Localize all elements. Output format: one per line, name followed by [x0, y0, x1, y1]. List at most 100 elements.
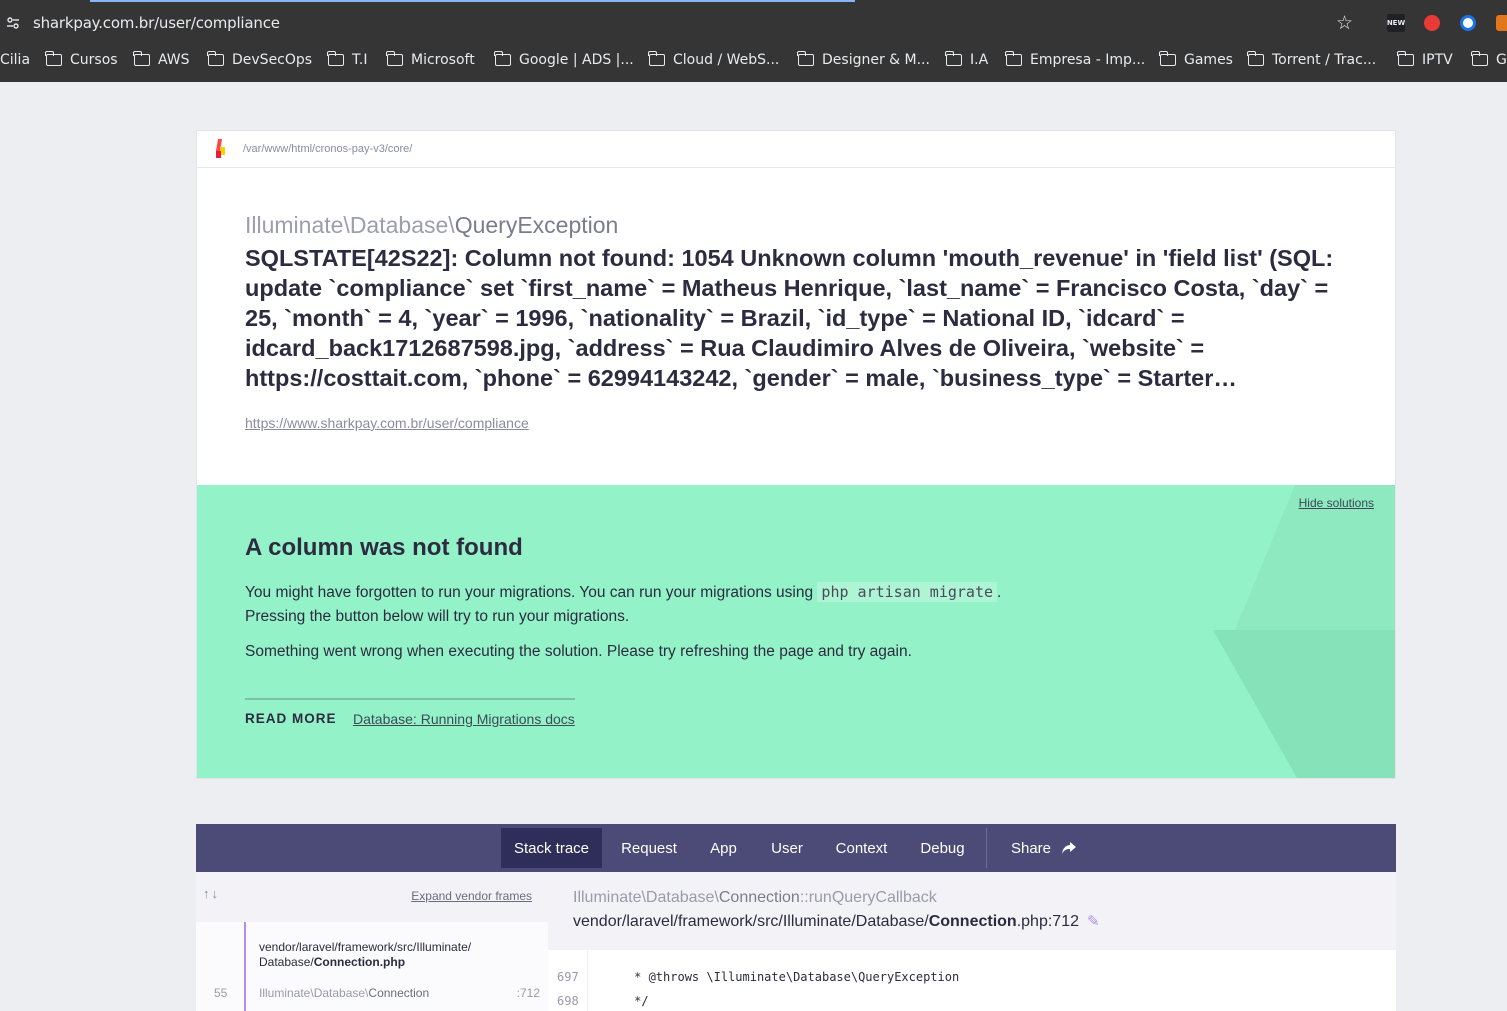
bookmark-folder[interactable]: Designer & M...	[797, 51, 930, 68]
site-settings-icon[interactable]	[6, 16, 20, 30]
bookmark-folder[interactable]: Cursos	[45, 51, 118, 68]
bookmark-folder[interactable]: IPTV	[1397, 51, 1453, 68]
code-line: * @throws \Illuminate\Database\QueryExce…	[598, 970, 960, 984]
bookmark-folder[interactable]: T.I	[327, 51, 368, 68]
loading-bar	[90, 0, 855, 2]
folder-icon	[797, 51, 814, 66]
current-class-ns: Illuminate\Database\	[573, 889, 719, 906]
bookmark-label: Microsoft	[411, 52, 475, 68]
bookmark-label: Cilia	[0, 52, 31, 68]
frame-class: Illuminate\Database\Connection	[259, 986, 429, 1000]
exception-section: Illuminate\Database\QueryException SQLST…	[197, 168, 1395, 485]
address-bar[interactable]: sharkpay.com.br/user/compliance	[33, 14, 280, 32]
bookmark-star-icon[interactable]: ☆	[1336, 12, 1353, 35]
docs-link[interactable]: Database: Running Migrations docs	[353, 711, 575, 727]
folder-icon	[1397, 51, 1414, 66]
bookmark-label: G	[1496, 52, 1507, 68]
tab-bar: Stack trace Request App User Context Deb…	[196, 824, 1396, 872]
frame-dir-2: Database/	[259, 955, 314, 969]
bookmark-folder[interactable]: Games	[1159, 51, 1233, 68]
folder-icon	[45, 51, 62, 66]
divider	[245, 698, 575, 700]
bookmark-folder[interactable]: G	[1471, 51, 1507, 68]
bookmark-folder[interactable]: Microsoft	[386, 51, 475, 68]
bookmark-folder[interactable]: Torrent / Trac...	[1247, 51, 1376, 68]
line-number: 697	[557, 970, 579, 984]
frame-navigation-arrows-icon[interactable]: ↑↓	[203, 886, 220, 901]
bookmark-label: AWS	[158, 52, 190, 68]
card-header: /var/www/html/cronos-pay-v3/core/	[197, 131, 1395, 168]
bookmark-label: I.A	[970, 52, 989, 68]
frame-class-ns: Illuminate\Database\	[259, 986, 369, 1000]
edit-pencil-icon[interactable]: ✎	[1087, 912, 1100, 930]
folder-icon	[207, 51, 224, 66]
solution-description: You might have forgotten to run your mig…	[245, 580, 1145, 629]
exception-message: SQLSTATE[42S22]: Column not found: 1054 …	[245, 245, 1334, 391]
folder-icon	[386, 51, 403, 66]
current-file-ext-line: .php:712	[1016, 913, 1079, 930]
solution-text-end: .	[997, 584, 1002, 601]
bookmark-folder[interactable]: I.A	[945, 51, 989, 68]
folder-icon	[327, 51, 344, 66]
read-more-label: READ MORE	[245, 711, 337, 726]
tab-user[interactable]: User	[757, 828, 817, 868]
request-url-link[interactable]: https://www.sharkpay.com.br/user/complia…	[245, 415, 529, 431]
bookmark-folder[interactable]: Cloud / WebS...	[648, 51, 780, 68]
tab-separator	[986, 828, 987, 868]
code-snippet-header: Illuminate\Database\Connection::runQuery…	[548, 872, 1396, 950]
hide-solutions-button[interactable]: Hide solutions	[1299, 496, 1374, 510]
bookmark-folder[interactable]: Empresa - Imp...	[1005, 51, 1145, 68]
current-file-dir: vendor/laravel/framework/src/Illuminate/…	[573, 913, 929, 930]
extension-new-icon[interactable]: NEW	[1387, 14, 1405, 32]
frame-class-name: Connection	[368, 986, 430, 1000]
bookmark-folder[interactable]: DevSecOps	[207, 51, 313, 68]
bookmark-label: T.I	[352, 52, 368, 68]
folder-icon	[648, 51, 665, 66]
tab-request[interactable]: Request	[608, 828, 690, 868]
stack-frames-panel: ↑↓ Expand vendor frames vendor/laravel/f…	[196, 872, 548, 1011]
expand-vendor-frames-button[interactable]: Expand vendor frames	[411, 889, 532, 903]
bookmark-item[interactable]: Cilia	[0, 52, 30, 68]
extension-fox-icon[interactable]	[1496, 15, 1507, 31]
exception-namespace: Illuminate\Database\	[245, 212, 455, 238]
browser-toolbar: sharkpay.com.br/user/compliance ☆ NEW	[0, 0, 1507, 46]
line-number: 698	[557, 994, 579, 1008]
frame-file-name: Connection.php	[313, 955, 406, 969]
stack-frame-item[interactable]: vendor/laravel/framework/src/Illuminate/…	[196, 922, 548, 1011]
bookmark-label: Games	[1184, 52, 1233, 68]
ignition-logo-icon	[215, 139, 227, 159]
frame-file-path: vendor/laravel/framework/src/Illuminate/…	[259, 940, 471, 970]
solution-error-message: Something went wrong when executing the …	[245, 643, 912, 660]
current-frame-class: Illuminate\Database\Connection::runQuery…	[573, 889, 937, 907]
solution-text: You might have forgotten to run your mig…	[245, 584, 814, 601]
extension-info-icon[interactable]	[1460, 15, 1476, 31]
tab-app[interactable]: App	[696, 828, 751, 868]
frame-dir: vendor/laravel/framework/src/Illuminate/	[259, 940, 472, 954]
folder-icon	[1159, 51, 1176, 66]
tab-context[interactable]: Context	[823, 828, 900, 868]
bookmark-label: DevSecOps	[232, 52, 313, 68]
frame-number: 55	[214, 986, 228, 1000]
extension-red-hand-icon[interactable]	[1424, 15, 1440, 31]
frame-selected-indicator	[244, 922, 246, 1011]
folder-icon	[945, 51, 962, 66]
folder-icon	[1247, 51, 1264, 66]
solution-command: php artisan migrate	[817, 582, 998, 602]
bookmark-label: Google | ADS |...	[519, 52, 634, 68]
bookmark-label: IPTV	[1422, 52, 1453, 68]
bookmark-folder[interactable]: AWS	[133, 51, 190, 68]
exception-class-name: QueryException	[454, 212, 619, 238]
solution-panel: Hide solutions A column was not found Yo…	[197, 485, 1395, 778]
error-card: /var/www/html/cronos-pay-v3/core/ Illumi…	[196, 130, 1396, 779]
tab-stack-trace[interactable]: Stack trace	[501, 828, 602, 868]
folder-icon	[494, 51, 511, 66]
bookmark-label: Cloud / WebS...	[673, 52, 780, 68]
share-button[interactable]: Share	[996, 828, 1092, 868]
folder-icon	[1005, 51, 1022, 66]
current-frame-file: vendor/laravel/framework/src/Illuminate/…	[573, 912, 1100, 931]
share-label: Share	[1010, 839, 1052, 857]
bookmarks-bar: Cilia Cursos AWS DevSecOps T.I Microsoft…	[0, 46, 1507, 82]
bookmark-label: Designer & M...	[822, 52, 930, 68]
tab-debug[interactable]: Debug	[906, 828, 979, 868]
bookmark-folder[interactable]: Google | ADS |...	[494, 51, 634, 68]
